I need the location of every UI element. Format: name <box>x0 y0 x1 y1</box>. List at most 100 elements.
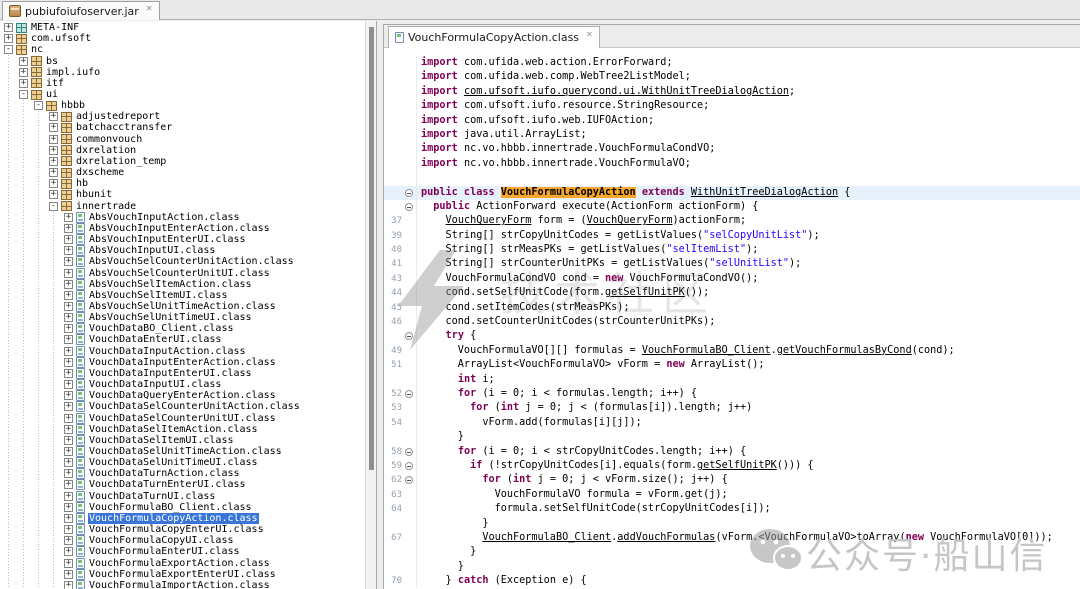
expand-toggle-icon[interactable]: + <box>64 335 73 344</box>
close-icon[interactable]: ✕ <box>586 30 593 39</box>
expand-toggle-icon[interactable]: + <box>49 123 58 132</box>
code-line[interactable]: import java.util.ArrayList; <box>384 128 1080 142</box>
tree-item-package[interactable]: +hbunit <box>0 189 365 200</box>
code-line[interactable]: 62 for (int j = 0; j < vForm.size(); j++… <box>384 473 1080 487</box>
tree-item-class[interactable]: +VouchDataInputUI.class <box>0 379 365 390</box>
tree-item-class[interactable]: +VouchDataInputEnterAction.class <box>0 357 365 368</box>
code-line[interactable]: import com.ufida.web.action.ErrorForward… <box>384 56 1080 70</box>
code-link[interactable]: VouchFormulaBO_Client <box>642 345 771 356</box>
expand-toggle-icon[interactable]: + <box>49 168 58 177</box>
tree-item-class[interactable]: +AbsVouchSelCounterUnitAction.class <box>0 256 365 267</box>
tree-item-class[interactable]: +VouchFormulaBO_Client.class <box>0 502 365 513</box>
tree-item-package[interactable]: -nc <box>0 44 365 55</box>
code-line[interactable]: 59 if (!strCopyUnitCodes[i].equals(form.… <box>384 459 1080 473</box>
jar-tree[interactable]: +META-INF+com.ufsoft-nc+bs+impl.iufo+itf… <box>0 22 365 589</box>
tree-item-class[interactable]: +VouchFormulaImportAction.class <box>0 580 365 589</box>
expand-toggle-icon[interactable]: + <box>49 179 58 188</box>
expand-toggle-icon[interactable]: + <box>49 157 58 166</box>
tree-item-class[interactable]: +AbsVouchSelUnitTimeUI.class <box>0 312 365 323</box>
tree-item-package[interactable]: +bs <box>0 55 365 66</box>
code-link[interactable]: VouchQueryForm <box>587 215 673 226</box>
expand-toggle-icon[interactable]: + <box>64 391 73 400</box>
tree-item-class[interactable]: +VouchFormulaCopyUI.class <box>0 535 365 546</box>
tree-item-class[interactable]: +AbsVouchSelItemUI.class <box>0 290 365 301</box>
collapse-toggle-icon[interactable]: - <box>34 101 43 110</box>
expand-toggle-icon[interactable]: + <box>64 425 73 434</box>
tree-item-class[interactable]: +AbsVouchSelItemAction.class <box>0 279 365 290</box>
code-line[interactable]: int i; <box>384 373 1080 387</box>
tree-item-package[interactable]: +batchacctransfer <box>0 122 365 133</box>
expand-toggle-icon[interactable]: + <box>19 57 28 66</box>
expand-toggle-icon[interactable]: + <box>64 269 73 278</box>
expand-toggle-icon[interactable]: + <box>64 525 73 534</box>
code-link[interactable]: com.ufsoft.iufo.querycond.ui.WithUnitTre… <box>464 86 789 97</box>
code-link[interactable]: VouchQueryForm <box>446 215 532 226</box>
expand-toggle-icon[interactable]: + <box>64 224 73 233</box>
fold-collapse-icon[interactable] <box>405 390 413 398</box>
tree-item-package[interactable]: +dxrelation <box>0 145 365 156</box>
code-line[interactable]: 49 VouchFormulaVO[][] formulas = VouchFo… <box>384 344 1080 358</box>
code-line[interactable]: 58 for (i = 0; i < strCopyUnitCodes.leng… <box>384 445 1080 459</box>
tree-item-package[interactable]: +dxscheme <box>0 167 365 178</box>
expand-toggle-icon[interactable]: + <box>64 324 73 333</box>
expand-toggle-icon[interactable]: + <box>64 469 73 478</box>
tree-item-class[interactable]: +VouchDataSelItemAction.class <box>0 424 365 435</box>
expand-toggle-icon[interactable]: + <box>64 436 73 445</box>
tree-item-class[interactable]: +VouchFormulaExportAction.class <box>0 558 365 569</box>
tree-item-class[interactable]: +VouchDataSelCounterUnitAction.class <box>0 401 365 412</box>
expand-toggle-icon[interactable]: + <box>64 347 73 356</box>
code-line[interactable]: 46 cond.setCounterUnitCodes(strCounterUn… <box>384 315 1080 329</box>
code-line[interactable]: import com.ufsoft.iufo.web.IUFOAction; <box>384 114 1080 128</box>
expand-toggle-icon[interactable]: + <box>64 246 73 255</box>
code-line[interactable]: 63 VouchFormulaVO formula = vForm.get(j)… <box>384 488 1080 502</box>
collapse-toggle-icon[interactable]: - <box>19 90 28 99</box>
jar-tab[interactable]: pubiufoiufoserver.jar ✕ <box>2 1 160 20</box>
tree-item-class[interactable]: +AbsVouchInputEnterAction.class <box>0 223 365 234</box>
code-line[interactable]: public class VouchFormulaCopyAction exte… <box>384 186 1080 200</box>
tree-item-class[interactable]: +VouchDataBO_Client.class <box>0 323 365 334</box>
tree-item-class[interactable]: +VouchDataQueryEnterAction.class <box>0 390 365 401</box>
code-line[interactable]: } <box>384 517 1080 531</box>
expand-toggle-icon[interactable]: + <box>64 480 73 489</box>
tree-item-package[interactable]: +adjustedreport <box>0 111 365 122</box>
tree-item-package[interactable]: -ui <box>0 89 365 100</box>
tree-item-class[interactable]: +VouchFormulaExportEnterUI.class <box>0 569 365 580</box>
expand-toggle-icon[interactable]: + <box>19 79 28 88</box>
expand-toggle-icon[interactable]: + <box>64 402 73 411</box>
expand-toggle-icon[interactable]: + <box>4 34 13 43</box>
code-line[interactable] <box>384 171 1080 185</box>
expand-toggle-icon[interactable]: + <box>49 146 58 155</box>
expand-toggle-icon[interactable]: + <box>64 458 73 467</box>
expand-toggle-icon[interactable]: + <box>49 135 58 144</box>
code-line[interactable]: import nc.vo.hbbb.innertrade.VouchFormul… <box>384 157 1080 171</box>
expand-toggle-icon[interactable]: + <box>49 190 58 199</box>
fold-collapse-icon[interactable] <box>405 203 413 211</box>
expand-toggle-icon[interactable]: + <box>64 280 73 289</box>
code-link[interactable]: WithUnitTreeDialogAction <box>691 187 838 198</box>
collapse-toggle-icon[interactable]: - <box>49 202 58 211</box>
expand-toggle-icon[interactable]: + <box>64 369 73 378</box>
code-line[interactable]: 43 VouchFormulaCondVO cond = new VouchFo… <box>384 272 1080 286</box>
code-line[interactable]: 41 String[] strCounterUnitPKs = getListV… <box>384 257 1080 271</box>
code-line[interactable]: try { <box>384 329 1080 343</box>
tree-item-package[interactable]: +META-INF <box>0 22 365 33</box>
scrollbar-thumb[interactable] <box>369 27 374 470</box>
code-line[interactable]: 52 for (i = 0; i < formulas.length; i++)… <box>384 387 1080 401</box>
tree-item-class[interactable]: +VouchDataInputAction.class <box>0 346 365 357</box>
tree-item-class[interactable]: +VouchDataSelCounterUnitUI.class <box>0 412 365 423</box>
code-line[interactable]: 70 } catch (Exception e) { <box>384 574 1080 588</box>
tree-item-class[interactable]: +VouchDataTurnAction.class <box>0 468 365 479</box>
expand-toggle-icon[interactable]: + <box>64 291 73 300</box>
tree-item-class[interactable]: +VouchDataTurnUI.class <box>0 491 365 502</box>
code-line[interactable]: 53 for (int j = 0; j < (formulas[i]).len… <box>384 401 1080 415</box>
code-line[interactable]: import com.ufida.web.comp.WebTree2ListMo… <box>384 70 1080 84</box>
code-line[interactable]: 40 String[] strMeasPKs = getListValues("… <box>384 243 1080 257</box>
expand-toggle-icon[interactable]: + <box>64 235 73 244</box>
code-line[interactable]: } <box>384 545 1080 559</box>
code-line[interactable]: public ActionForward execute(ActionForm … <box>384 200 1080 214</box>
tree-item-package[interactable]: +com.ufsoft <box>0 33 365 44</box>
expand-toggle-icon[interactable]: + <box>64 536 73 545</box>
code-line[interactable]: import com.ufsoft.iufo.resource.StringRe… <box>384 99 1080 113</box>
code-link[interactable]: getSelfUnitPK <box>605 287 685 298</box>
code-line[interactable]: 37 VouchQueryForm form = (VouchQueryForm… <box>384 214 1080 228</box>
